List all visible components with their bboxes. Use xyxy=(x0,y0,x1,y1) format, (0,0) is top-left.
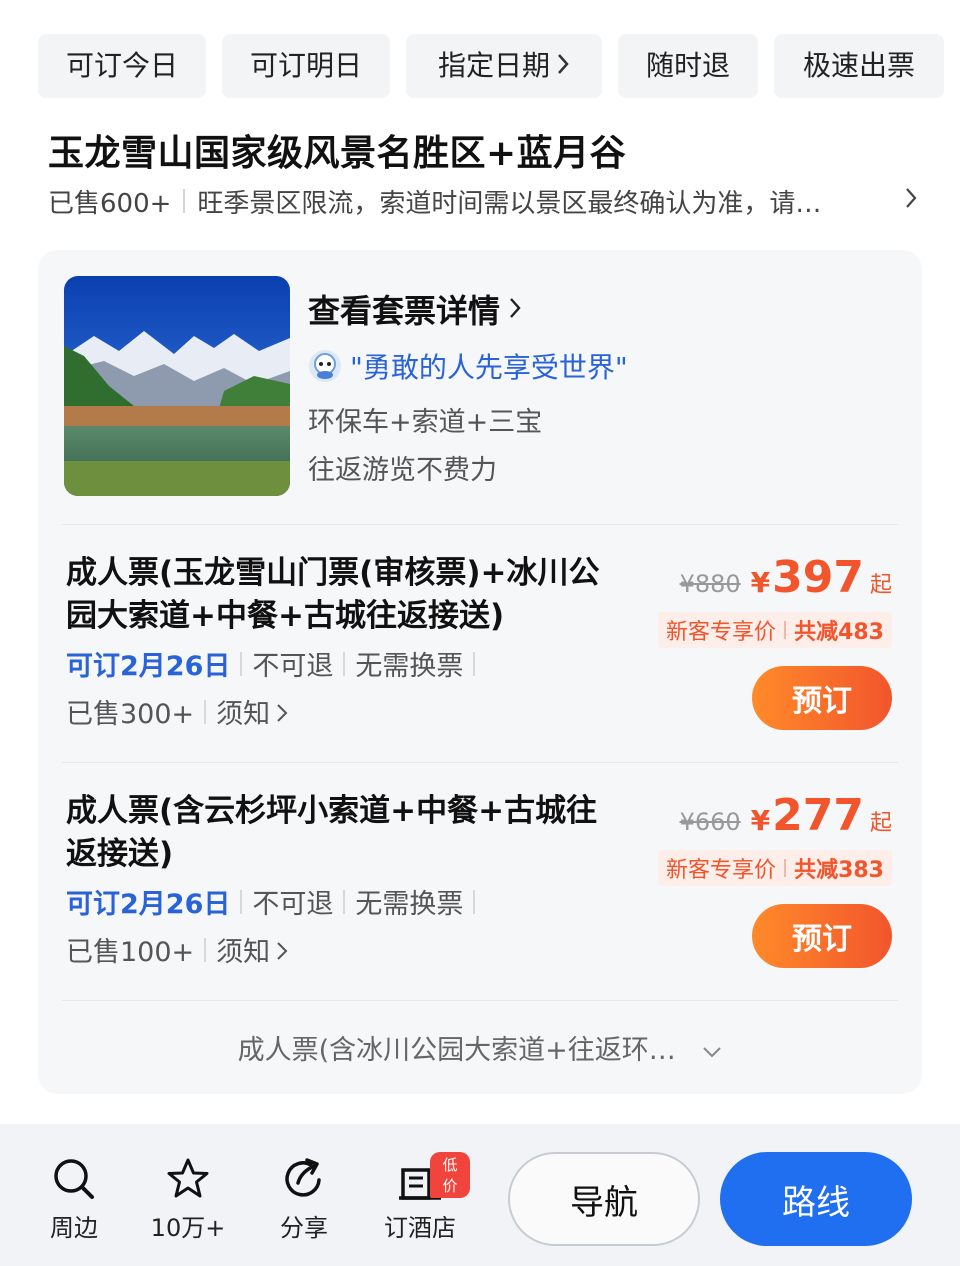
package-thumbnail[interactable] xyxy=(64,276,290,496)
navigate-button[interactable]: 导航 xyxy=(508,1152,700,1246)
chevron-right-icon xyxy=(508,290,522,328)
price-row: ¥880 ¥ 397 起 xyxy=(680,552,892,603)
notice-link[interactable]: 须知 xyxy=(216,692,288,731)
nearby-button[interactable]: 周边 xyxy=(24,1156,124,1243)
divider xyxy=(473,651,476,676)
divider xyxy=(343,651,346,676)
ticket-sold-row: 已售100+ 须知 xyxy=(66,930,288,969)
chevron-right-icon xyxy=(276,937,288,968)
more-tickets-expander[interactable]: 成人票(含冰川公园大索道+往返环… xyxy=(38,1028,922,1067)
filter-chip-date[interactable]: 指定日期 xyxy=(406,34,602,98)
filter-chip-refund[interactable]: 随时退 xyxy=(618,34,758,98)
ticket-name: 成人票(含云杉坪小索道+中餐+古城往返接送) xyxy=(66,793,598,872)
exchange-policy: 无需换票 xyxy=(355,651,464,682)
low-price-badge: 低价 xyxy=(430,1152,470,1198)
divider xyxy=(62,524,898,525)
divider xyxy=(784,621,787,639)
price-suffix: 起 xyxy=(869,573,892,598)
chevron-right-icon xyxy=(556,35,570,98)
filter-chip-fast-ticket[interactable]: 极速出票 xyxy=(774,34,944,98)
share-icon xyxy=(254,1156,354,1202)
book-button[interactable]: 预订 xyxy=(752,904,892,968)
currency-symbol: ¥ xyxy=(750,804,771,837)
sold-count: 已售300+ xyxy=(66,699,195,730)
book-button[interactable]: 预订 xyxy=(752,666,892,730)
attraction-subline[interactable]: 已售600+ 旺季景区限流，索道时间需以景区最终确认为准，请… xyxy=(48,180,918,222)
sold-count: 已售100+ xyxy=(66,937,195,968)
exchange-policy: 无需换票 xyxy=(355,889,464,920)
bottom-action-bar: 周边 10万+ 分享 低价 订酒店 导航 路线 xyxy=(0,1124,960,1266)
promo-badge: 新客专享价 共减483 xyxy=(658,612,892,648)
chevron-right-icon xyxy=(904,186,918,217)
filter-chip-today[interactable]: 可订今日 xyxy=(38,34,206,98)
notice-text: 旺季景区限流，索道时间需以景区最终确认为准，请… xyxy=(197,188,822,219)
divider xyxy=(62,1000,898,1001)
divider xyxy=(784,859,787,877)
divider xyxy=(240,889,243,914)
price-row: ¥660 ¥ 277 起 xyxy=(680,790,892,841)
refund-policy: 不可退 xyxy=(252,651,334,682)
chevron-down-icon xyxy=(702,1035,722,1066)
currency-symbol: ¥ xyxy=(750,566,771,599)
chevron-right-icon xyxy=(276,699,288,730)
price-suffix: 起 xyxy=(869,811,892,836)
filter-chip-tomorrow[interactable]: 可订明日 xyxy=(222,34,390,98)
package-desc-line: 往返游览不费力 xyxy=(308,455,497,486)
refund-policy: 不可退 xyxy=(252,889,334,920)
filter-chips: 可订今日 可订明日 指定日期 随时退 极速出票 xyxy=(38,34,960,98)
mascot-avatar-icon xyxy=(308,349,342,383)
ticket-item[interactable]: 成人票(玉龙雪山门票(审核票)+冰川公园大索道+中餐+古城往返接送) 可订2月2… xyxy=(38,552,922,772)
ticket-item[interactable]: 成人票(含云杉坪小索道+中餐+古城往返接送) 可订2月26日 不可退 无需换票 … xyxy=(38,790,922,1010)
promo-badge: 新客专享价 共减383 xyxy=(658,850,892,886)
search-icon xyxy=(24,1156,124,1202)
package-quote: "勇敢的人先享受世界" xyxy=(308,346,628,386)
bookable-date: 可订2月26日 xyxy=(66,889,231,920)
attraction-title: 玉龙雪山国家级风景名胜区+蓝月谷 xyxy=(48,133,627,174)
bookable-date: 可订2月26日 xyxy=(66,651,231,682)
sold-count: 已售600+ xyxy=(48,188,172,219)
route-button[interactable]: 路线 xyxy=(720,1152,912,1246)
divider xyxy=(343,889,346,914)
ticket-sold-row: 已售300+ 须知 xyxy=(66,692,288,731)
ticket-meta: 可订2月26日 不可退 无需换票 xyxy=(66,644,485,683)
package-details-link[interactable]: 查看套票详情 xyxy=(308,286,522,332)
ticket-card: 查看套票详情 "勇敢的人先享受世界" 环保车+索道+三宝 往返游览不费力 成人票… xyxy=(38,250,922,1094)
divider xyxy=(473,889,476,914)
divider xyxy=(204,699,207,724)
divider xyxy=(240,651,243,676)
package-desc-line: 环保车+索道+三宝 xyxy=(308,407,543,438)
original-price: ¥880 xyxy=(679,570,741,598)
current-price: 277 xyxy=(772,790,864,841)
star-icon xyxy=(138,1156,238,1202)
share-button[interactable]: 分享 xyxy=(254,1156,354,1243)
favorite-button[interactable]: 10万+ xyxy=(138,1156,238,1243)
divider xyxy=(62,762,898,763)
divider xyxy=(204,937,207,962)
hotel-button[interactable]: 低价 订酒店 xyxy=(370,1152,470,1243)
ticket-name: 成人票(玉龙雪山门票(审核票)+冰川公园大索道+中餐+古城往返接送) xyxy=(66,555,600,634)
divider xyxy=(183,189,186,213)
ticket-meta: 可订2月26日 不可退 无需换票 xyxy=(66,882,485,921)
notice-link[interactable]: 须知 xyxy=(216,930,288,969)
current-price: 397 xyxy=(772,552,864,603)
original-price: ¥660 xyxy=(679,808,741,836)
